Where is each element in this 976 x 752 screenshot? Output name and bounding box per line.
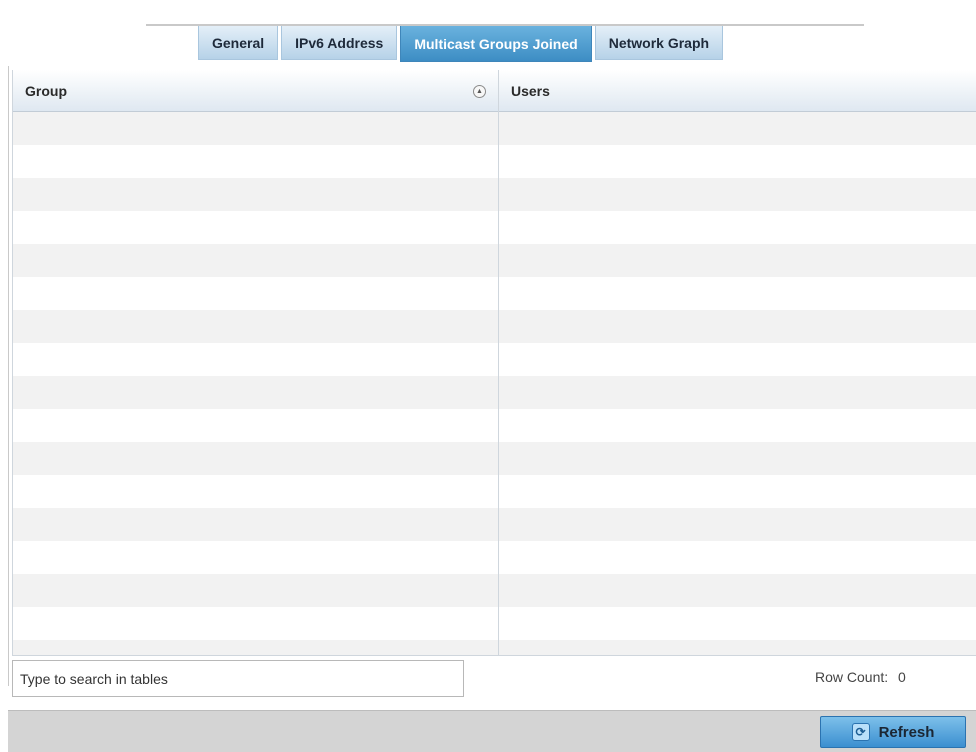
table-row xyxy=(13,211,976,244)
group-cell xyxy=(13,145,499,178)
table-row xyxy=(13,475,976,508)
users-cell xyxy=(499,541,976,574)
column-header-users-label: Users xyxy=(511,83,550,99)
group-cell xyxy=(13,508,499,541)
group-cell xyxy=(13,112,499,145)
tab-network-graph[interactable]: Network Graph xyxy=(594,26,724,60)
table-row xyxy=(13,343,976,376)
table-row xyxy=(13,574,976,607)
refresh-button-label: Refresh xyxy=(878,723,935,741)
group-cell xyxy=(13,178,499,211)
users-cell xyxy=(499,376,976,409)
table-row xyxy=(13,376,976,409)
table-row xyxy=(13,244,976,277)
tab-multicast-groups-joined[interactable]: Multicast Groups Joined xyxy=(400,26,592,62)
panel-border xyxy=(8,66,9,686)
users-cell xyxy=(499,508,976,541)
group-cell xyxy=(13,409,499,442)
column-header-users[interactable]: Users xyxy=(499,70,976,112)
table-header: Group ▲ Users xyxy=(13,70,976,112)
users-cell xyxy=(499,343,976,376)
table-row xyxy=(13,277,976,310)
users-cell xyxy=(499,640,976,655)
table-row xyxy=(13,541,976,574)
group-cell xyxy=(13,475,499,508)
users-cell xyxy=(499,178,976,211)
users-cell xyxy=(499,244,976,277)
users-cell xyxy=(499,277,976,310)
users-cell xyxy=(499,607,976,640)
users-cell xyxy=(499,112,976,145)
table-row xyxy=(13,145,976,178)
users-cell xyxy=(499,211,976,244)
table-row xyxy=(13,640,976,655)
refresh-button[interactable]: ⟳ Refresh xyxy=(820,716,966,748)
users-cell xyxy=(499,145,976,178)
group-cell xyxy=(13,244,499,277)
table-search-input[interactable] xyxy=(12,660,464,697)
users-cell xyxy=(499,409,976,442)
table-row xyxy=(13,508,976,541)
users-cell xyxy=(499,310,976,343)
group-cell xyxy=(13,376,499,409)
group-cell xyxy=(13,343,499,376)
users-cell xyxy=(499,475,976,508)
table-row xyxy=(13,178,976,211)
table-body xyxy=(13,112,976,655)
row-count-label: Row Count: xyxy=(815,669,889,685)
row-count: Row Count: 0 xyxy=(815,669,906,685)
users-cell xyxy=(499,442,976,475)
group-cell xyxy=(13,310,499,343)
group-cell xyxy=(13,640,499,655)
tab-general[interactable]: General xyxy=(198,26,279,60)
group-cell xyxy=(13,541,499,574)
table-row xyxy=(13,607,976,640)
table-row xyxy=(13,442,976,475)
tab-ipv6-address[interactable]: IPv6 Address xyxy=(281,26,398,60)
sort-ascending-icon[interactable]: ▲ xyxy=(473,85,486,98)
table-row xyxy=(13,409,976,442)
multicast-groups-table: Group ▲ Users xyxy=(12,70,976,656)
table-row xyxy=(13,112,976,145)
group-cell xyxy=(13,607,499,640)
users-cell xyxy=(499,574,976,607)
group-cell xyxy=(13,277,499,310)
group-cell xyxy=(13,211,499,244)
column-header-group[interactable]: Group ▲ xyxy=(13,70,499,112)
table-row xyxy=(13,310,976,343)
group-cell xyxy=(13,442,499,475)
refresh-icon: ⟳ xyxy=(851,723,870,741)
group-cell xyxy=(13,574,499,607)
column-header-group-label: Group xyxy=(25,83,67,99)
row-count-value: 0 xyxy=(898,669,906,685)
tab-bar: General IPv6 Address Multicast Groups Jo… xyxy=(198,26,726,62)
